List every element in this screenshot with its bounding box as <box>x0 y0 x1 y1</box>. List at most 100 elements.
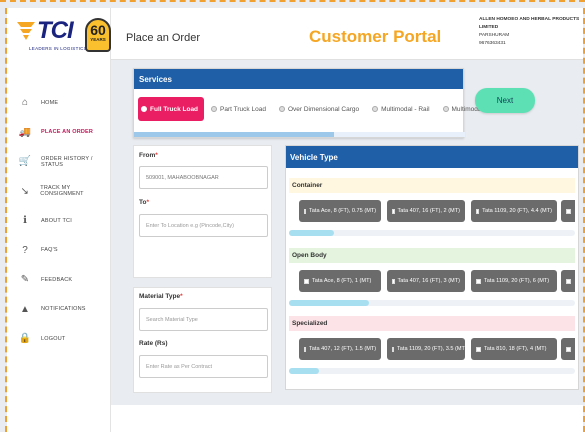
rate-label: Rate (Rs) <box>139 340 168 347</box>
vehicle-scrollbar-thumb[interactable] <box>289 230 334 236</box>
checkbox-icon[interactable] <box>392 278 395 284</box>
vehicle-option-partial[interactable] <box>561 200 575 222</box>
checkbox-icon[interactable] <box>392 346 394 352</box>
vehicle-option-label: Tata 810, 18 (FT), 4 (MT) <box>484 346 547 352</box>
vehicle-scrollbar[interactable] <box>289 300 575 306</box>
sidebar-item-order-history-status[interactable]: 🛒 ORDER HISTORY / STATUS <box>7 147 111 177</box>
material-label: Material Type* <box>139 293 183 300</box>
sidebar-item-faq-s[interactable]: ? FAQ'S <box>7 236 111 266</box>
vehicle-type-card: Vehicle Type Container Tata Ace, 8 (FT), … <box>285 145 579 390</box>
lock-icon: 🔒 <box>18 333 32 345</box>
material-field[interactable]: Search Material Type <box>139 308 268 331</box>
company-name: ALLEN HOMOEO AND HERBAL PRODUCTS LIMITED <box>479 17 580 30</box>
checkbox-icon[interactable] <box>476 208 480 214</box>
checkbox-icon[interactable] <box>304 278 309 284</box>
rate-field[interactable]: Enter Rate as Per Contract <box>139 355 268 378</box>
route-panel: From* 509001, MAHABOOBNAGAR To* Enter To… <box>133 145 272 278</box>
vehicle-option[interactable]: Tata 1109, 20 (FT), 4.4 (MT) <box>471 200 557 222</box>
user-phone: 9676363431 <box>479 41 506 46</box>
checkbox-icon[interactable] <box>476 346 481 352</box>
checkbox-icon[interactable] <box>304 346 306 352</box>
header: Place an Order Customer Portal ALLEN HOM… <box>111 8 583 60</box>
service-option-part-truck-load[interactable]: Part Truck Load <box>208 97 272 121</box>
logo-tagline: LEADERS IN LOGISTICS <box>29 46 88 51</box>
vehicle-option[interactable]: Tata Ace, 8 (FT), 0.75 (MT) <box>299 200 381 222</box>
vehicle-chip-row: Tata Ace, 8 (FT), 1 (MT) Tata 407, 16 (FT… <box>289 266 575 296</box>
service-option-label: Multimodal - Rail <box>381 105 430 113</box>
vehicle-chip-row: Tata 407, 12 (FT), 1.5 (MT) Tata 1109, 20… <box>289 334 575 364</box>
vehicle-scrollbar-thumb[interactable] <box>289 368 319 374</box>
sidebar-item-about-tci[interactable]: ℹ ABOUT TCI <box>7 206 111 236</box>
logo-arrows-icon <box>17 22 35 40</box>
vehicle-option[interactable]: Tata 407, 16 (FT), 3 (MT) <box>387 270 465 292</box>
checkbox-icon[interactable] <box>566 346 571 352</box>
sidebar: TCI LEADERS IN LOGISTICS 60 YEARS ⌂ HOME 🚚… <box>7 8 111 432</box>
sidebar-item-label: FEEDBACK <box>41 276 73 283</box>
required-marker: * <box>180 293 183 300</box>
badge-label: YEARS <box>90 37 106 42</box>
vehicle-scrollbar-thumb[interactable] <box>289 300 369 306</box>
vehicle-scrollbar[interactable] <box>289 368 575 374</box>
badge-number: 60 <box>90 22 106 38</box>
material-panel: Material Type* Search Material Type Rate… <box>133 287 272 393</box>
vehicle-option[interactable]: Tata 407, 12 (FT), 1.5 (MT) <box>299 338 381 360</box>
radio-icon[interactable] <box>141 106 147 112</box>
vehicle-option[interactable]: Tata 1109, 20 (FT), 6 (MT) <box>471 270 557 292</box>
sidebar-item-track-my-consignment[interactable]: ↘ TRACK MY CONSIGNMENT <box>7 177 111 207</box>
sidebar-item-place-an-order[interactable]: 🚚 PLACE AN ORDER <box>7 118 111 148</box>
services-scrollbar-thumb[interactable] <box>134 132 334 137</box>
vehicle-option-label: Tata 1109, 20 (FT), 6 (MT) <box>484 278 550 284</box>
service-option-over-dimensional-cargo[interactable]: Over Dimensional Cargo <box>276 97 365 121</box>
services-card: Services Full Truck Load Part Truck Load O… <box>133 68 500 138</box>
material-label-text: Material Type <box>139 293 181 300</box>
vehicle-scrollbar[interactable] <box>289 230 575 236</box>
category-container: Container <box>289 178 575 193</box>
sidebar-item-feedback[interactable]: ✎ FEEDBACK <box>7 265 111 295</box>
sidebar-item-label: PLACE AN ORDER <box>41 129 94 136</box>
radio-icon[interactable] <box>372 106 379 112</box>
service-option-label: Part Truck Load <box>220 105 266 113</box>
required-marker: * <box>155 152 158 159</box>
vehicle-option[interactable]: Tata 1109, 20 (FT), 3.5 (MT) <box>387 338 467 360</box>
radio-icon[interactable] <box>442 106 449 112</box>
portal-title: Customer Portal <box>309 27 442 46</box>
sidebar-item-label: NOTIFICATIONS <box>41 306 86 313</box>
service-option-multimodal-rail[interactable]: Multimodal - Rail <box>369 97 435 121</box>
from-field[interactable]: 509001, MAHABOOBNAGAR <box>139 166 268 189</box>
services-options: Full Truck Load Part Truck Load Over Dimen… <box>134 89 500 121</box>
tci-logo[interactable]: TCI LEADERS IN LOGISTICS 60 YEARS <box>15 14 111 58</box>
sidebar-item-notifications[interactable]: ▲ NOTIFICATIONS <box>7 295 111 325</box>
vehicle-option[interactable]: Tata 407, 16 (FT), 2 (MT) <box>387 200 465 222</box>
next-button[interactable]: Next <box>475 88 535 113</box>
feedback-icon: ✎ <box>20 274 30 286</box>
user-info: ALLEN HOMOEO AND HERBAL PRODUCTS LIMITED… <box>479 16 583 48</box>
vehicle-option-partial[interactable] <box>561 338 575 360</box>
vehicle-option-label: Tata 1109, 20 (FT), 4.4 (MT) <box>482 208 552 214</box>
radio-icon[interactable] <box>211 106 218 112</box>
sidebar-item-home[interactable]: ⌂ HOME <box>7 88 111 118</box>
vehicle-type-title: Vehicle Type <box>286 146 578 168</box>
category-open-body: Open Body <box>289 248 575 263</box>
sidebar-item-logout[interactable]: 🔒 LOGOUT <box>7 324 111 354</box>
checkbox-icon[interactable] <box>566 278 571 284</box>
to-label: To* <box>139 199 149 206</box>
services-title: Services <box>134 69 463 89</box>
logo-text: TCI <box>37 17 74 44</box>
from-label-text: From <box>139 152 156 159</box>
cart-icon: 🛒 <box>18 156 32 168</box>
radio-icon[interactable] <box>278 106 285 112</box>
service-option-full-truck-load[interactable]: Full Truck Load <box>138 97 205 121</box>
sidebar-menu: ⌂ HOME 🚚 PLACE AN ORDER 🛒 ORDER HISTORY / STA… <box>7 88 111 354</box>
checkbox-icon[interactable] <box>392 208 395 214</box>
checkbox-icon[interactable] <box>566 208 571 214</box>
to-field[interactable]: Enter To Location e.g (Pincode,City) <box>139 214 268 237</box>
checkbox-icon[interactable] <box>304 208 306 214</box>
vehicle-option[interactable]: Tata Ace, 8 (FT), 1 (MT) <box>299 270 381 292</box>
services-scrollbar[interactable] <box>134 132 465 137</box>
vehicle-option-partial[interactable] <box>561 270 575 292</box>
from-label: From* <box>139 152 158 159</box>
vehicle-chip-row: Tata Ace, 8 (FT), 0.75 (MT) Tata 407, 16 … <box>289 196 575 226</box>
vehicle-option[interactable]: Tata 810, 18 (FT), 4 (MT) <box>471 338 557 360</box>
vehicle-option-label: Tata 407, 12 (FT), 1.5 (MT) <box>309 346 377 352</box>
checkbox-icon[interactable] <box>476 278 481 284</box>
